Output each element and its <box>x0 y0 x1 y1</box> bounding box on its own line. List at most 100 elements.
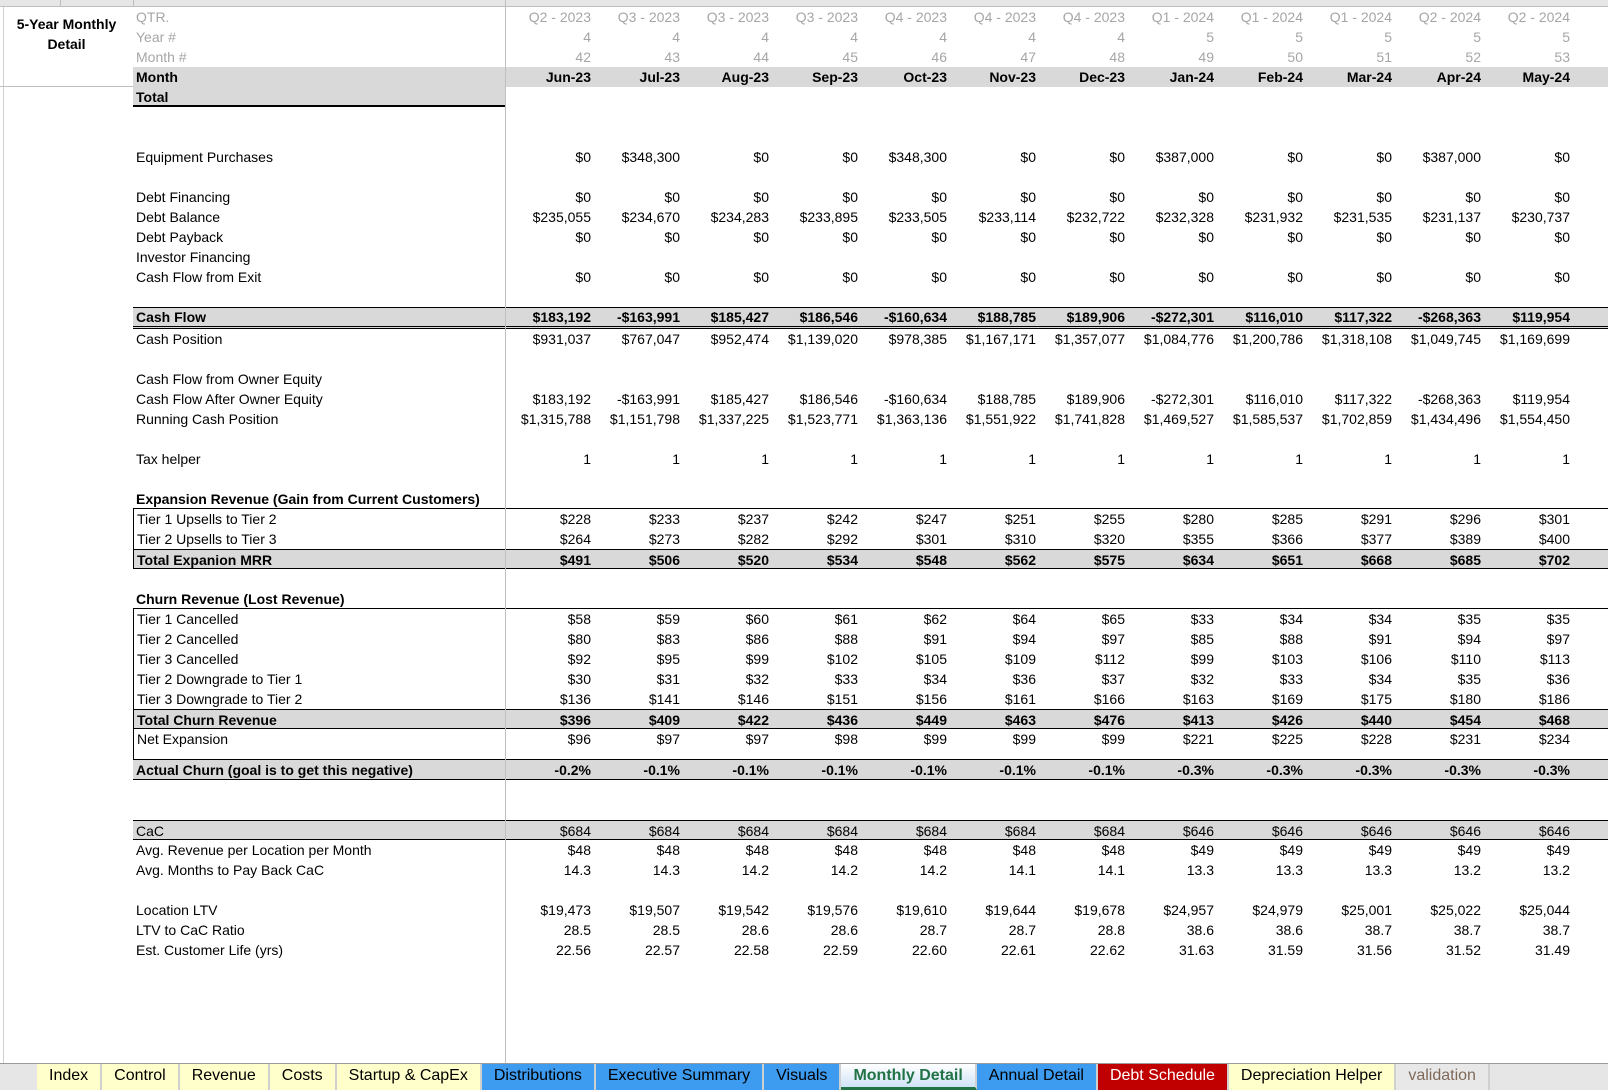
cell[interactable]: 47 <box>950 47 1039 67</box>
cell[interactable]: -0.1% <box>861 760 950 779</box>
cell[interactable]: $1,469,527 <box>1128 409 1217 429</box>
cell[interactable]: 22.57 <box>594 940 683 960</box>
cell[interactable]: $94 <box>950 629 1039 649</box>
cell[interactable]: $88 <box>772 629 861 649</box>
cell[interactable]: $548 <box>861 550 950 568</box>
cell[interactable] <box>1128 429 1217 449</box>
cell[interactable] <box>772 429 861 449</box>
cell[interactable]: 1 <box>772 449 861 469</box>
cell[interactable] <box>594 489 683 508</box>
cell[interactable] <box>1395 369 1484 389</box>
cell[interactable] <box>1128 780 1217 800</box>
cell[interactable]: $684 <box>594 821 683 839</box>
cell[interactable]: $685 <box>1395 550 1484 568</box>
cell[interactable] <box>1395 349 1484 369</box>
tab-revenue[interactable]: Revenue <box>179 1064 270 1090</box>
cell[interactable]: $646 <box>1128 821 1217 839</box>
cell[interactable]: $235,055 <box>505 207 594 227</box>
cell[interactable]: -$163,991 <box>594 389 683 409</box>
row-label[interactable]: Debt Financing <box>133 187 505 207</box>
cell[interactable]: $0 <box>950 187 1039 207</box>
cell[interactable]: $161 <box>950 689 1039 709</box>
cell[interactable]: $646 <box>1306 821 1395 839</box>
cell[interactable]: $0 <box>950 227 1039 247</box>
cell[interactable]: $377 <box>1306 529 1395 549</box>
row-label[interactable] <box>133 429 505 449</box>
spreadsheet-grid[interactable]: QTR. Q2 - 2023 Q3 - 2023 Q3 - 2023 Q3 - 2023… <box>0 7 1608 960</box>
cell[interactable] <box>594 87 683 107</box>
cell[interactable]: $113 <box>1484 649 1573 669</box>
row-label[interactable]: Running Cash Position <box>133 409 505 429</box>
cell[interactable]: $292 <box>772 529 861 549</box>
cell[interactable]: $233,505 <box>861 207 950 227</box>
cell[interactable] <box>772 107 861 127</box>
cell[interactable] <box>772 780 861 800</box>
tab-debt-schedule[interactable]: Debt Schedule <box>1097 1064 1229 1090</box>
cell[interactable]: 1 <box>1217 449 1306 469</box>
cell[interactable] <box>1484 489 1573 508</box>
cell[interactable] <box>594 429 683 449</box>
cell[interactable]: $1,554,450 <box>1484 409 1573 429</box>
cell[interactable] <box>505 167 594 187</box>
cell[interactable]: 14.2 <box>683 860 772 880</box>
cell[interactable]: $86 <box>683 629 772 649</box>
cell[interactable]: $35 <box>1395 669 1484 689</box>
cell[interactable] <box>772 569 861 589</box>
cell[interactable]: $355 <box>1128 529 1217 549</box>
cell[interactable] <box>861 469 950 489</box>
row-label[interactable]: Investor Financing <box>133 247 505 267</box>
cell[interactable] <box>1306 369 1395 389</box>
cell[interactable]: $32 <box>683 669 772 689</box>
cell[interactable]: $634 <box>1128 550 1217 568</box>
cell[interactable]: $646 <box>1395 821 1484 839</box>
row-label[interactable] <box>133 107 505 127</box>
cell[interactable] <box>1306 287 1395 307</box>
cell[interactable]: 5 <box>1217 27 1306 47</box>
cell[interactable] <box>772 369 861 389</box>
cell[interactable] <box>683 127 772 147</box>
cell[interactable]: 1 <box>683 449 772 469</box>
cell[interactable]: $234,283 <box>683 207 772 227</box>
cell[interactable] <box>861 127 950 147</box>
cell[interactable]: $0 <box>594 267 683 287</box>
cell[interactable] <box>950 167 1039 187</box>
row-label[interactable]: Net Expansion <box>133 729 505 759</box>
cell[interactable]: $117,322 <box>1306 389 1395 409</box>
cell[interactable]: $99 <box>861 729 950 759</box>
cell[interactable] <box>1484 247 1573 267</box>
cell[interactable]: $116,010 <box>1217 389 1306 409</box>
row-label[interactable]: Cash Flow from Owner Equity <box>133 369 505 389</box>
cell[interactable]: $562 <box>950 550 1039 568</box>
cell[interactable] <box>683 589 772 608</box>
cell[interactable]: 48 <box>1039 47 1128 67</box>
cell[interactable]: $426 <box>1217 710 1306 728</box>
cell[interactable]: $49 <box>1217 840 1306 860</box>
cell[interactable]: $952,474 <box>683 329 772 349</box>
row-label[interactable]: Est. Customer Life (yrs) <box>133 940 505 960</box>
cell[interactable] <box>505 247 594 267</box>
cell[interactable] <box>1128 489 1217 508</box>
cell[interactable]: -0.1% <box>683 760 772 779</box>
row-label[interactable]: Avg. Revenue per Location per Month <box>133 840 505 860</box>
cell[interactable]: $0 <box>1039 147 1128 167</box>
cell[interactable]: 14.3 <box>594 860 683 880</box>
cell[interactable]: $0 <box>505 187 594 207</box>
cell[interactable] <box>1128 369 1217 389</box>
cell[interactable]: Q2 - 2024 <box>1484 7 1573 27</box>
cell[interactable] <box>683 369 772 389</box>
cell[interactable] <box>950 800 1039 820</box>
cell[interactable]: Jul-23 <box>594 67 683 87</box>
cell[interactable]: 1 <box>1395 449 1484 469</box>
cell[interactable]: $264 <box>505 529 594 549</box>
cell[interactable]: $19,644 <box>950 900 1039 920</box>
cell[interactable]: -0.1% <box>950 760 1039 779</box>
cell[interactable]: $34 <box>1306 609 1395 629</box>
cell[interactable]: $534 <box>772 550 861 568</box>
cell[interactable]: $0 <box>505 227 594 247</box>
cell[interactable] <box>505 429 594 449</box>
row-label[interactable]: Tax helper <box>133 449 505 469</box>
cell[interactable] <box>1217 287 1306 307</box>
cell[interactable]: $413 <box>1128 710 1217 728</box>
cell[interactable]: -$160,634 <box>861 308 950 326</box>
cell[interactable]: $348,300 <box>594 147 683 167</box>
